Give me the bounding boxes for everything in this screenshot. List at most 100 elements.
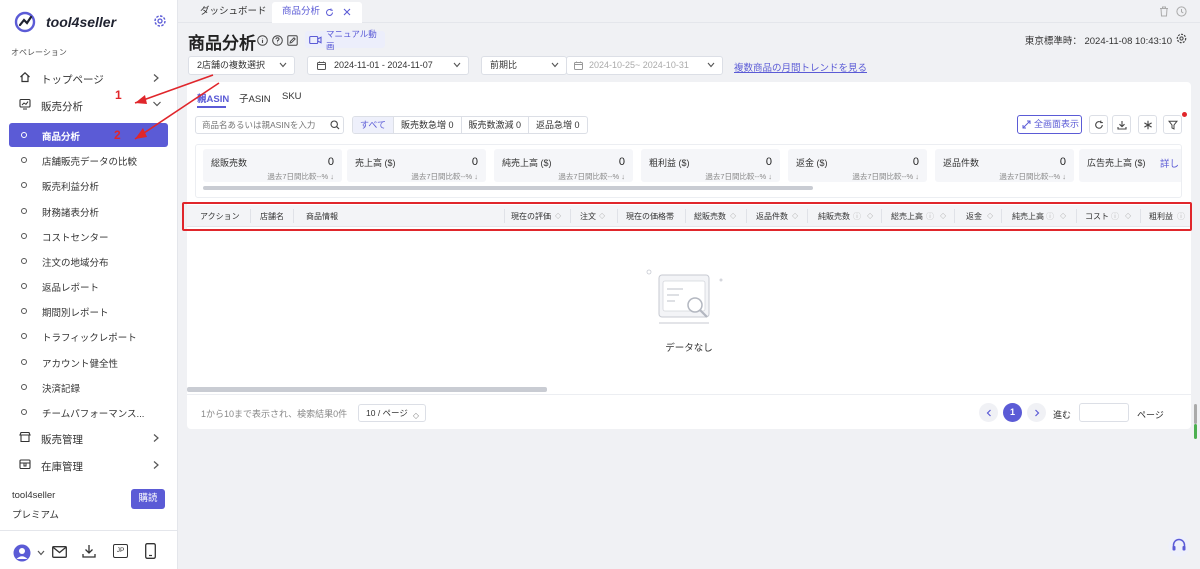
metrics-strip: 総販売数 0 過去7日間比較--% ↓ 売上高 ($) 0 過去7日間比較--% ↓ 純… [195, 144, 1182, 198]
tab-sku[interactable]: SKU [282, 91, 302, 102]
metric-value: 0 [327, 156, 334, 168]
metrics-details-link[interactable]: 詳し [1160, 156, 1179, 170]
page-number-current[interactable]: 1 [1003, 403, 1022, 422]
tab-child-asin[interactable]: 子ASIN [239, 91, 271, 105]
table-horizontal-scrollbar[interactable] [187, 387, 547, 392]
mobile-icon[interactable] [145, 543, 156, 559]
fullscreen-button[interactable]: 全画面表示 [1017, 115, 1082, 134]
chevron-down-icon[interactable] [37, 550, 45, 556]
bullet-icon [21, 182, 27, 188]
sub-item-label: チームパフォーマンス... [42, 409, 145, 420]
sub-item-profit-analysis[interactable]: 販売利益分析 [0, 173, 178, 197]
close-tab-icon[interactable] [343, 8, 351, 16]
bullet-icon [21, 409, 27, 415]
metric-label: 売上高 ($) [355, 158, 396, 168]
calendar-icon [317, 61, 326, 70]
download-icon[interactable] [82, 544, 96, 558]
next-page-button[interactable] [1027, 403, 1046, 422]
edit-note-icon[interactable] [287, 35, 298, 46]
up-down-icon: ◇ [412, 411, 419, 420]
compare-date-range[interactable]: 2024-10-25~ 2024-10-31 [566, 56, 723, 75]
chevron-right-icon [1034, 409, 1040, 417]
bullet-icon [21, 384, 27, 390]
clock-icon[interactable] [1176, 6, 1187, 17]
pagination-summary: 1から10まで表示され、検索結果0件 [201, 409, 348, 419]
goto-page-input[interactable] [1079, 403, 1129, 422]
chevron-down-icon [279, 62, 287, 68]
chevron-right-icon [152, 433, 160, 443]
refresh-tab-icon[interactable] [325, 8, 334, 17]
bullet-icon [21, 208, 27, 214]
metric-card: 粗利益 ($) 0 過去7日間比較--% ↓ [641, 149, 780, 182]
nav-item-inventory-management[interactable]: 在庫管理 [0, 453, 178, 477]
fullscreen-label: 全画面表示 [1034, 119, 1080, 129]
sub-item-cost-center[interactable]: コストセンター [0, 224, 178, 248]
sub-item-team-performance[interactable]: チームパフォーマンス... [0, 400, 178, 424]
mail-icon[interactable] [52, 546, 67, 558]
sub-item-label: 期間別レポート [42, 308, 109, 319]
metric-value: 0 [471, 156, 478, 168]
chevron-right-icon [152, 460, 160, 470]
subscribe-button[interactable]: 購読 [131, 489, 165, 509]
sub-item-financial-statements[interactable]: 財務諸表分析 [0, 199, 178, 223]
filter-returns-surge[interactable]: 返品急増 0 [529, 117, 587, 133]
pagination-bar: 1から10まで表示され、検索結果0件 10 / ページ ◇ 1 進む ページ [187, 394, 1191, 429]
metric-value: 0 [765, 156, 772, 168]
column-settings-button[interactable] [1138, 115, 1157, 134]
date-range-value: 2024-11-01 - 2024-11-07 [334, 60, 433, 70]
metric-compare: 過去7日間比較--% ↓ [411, 172, 478, 181]
page-scrollbar[interactable] [1194, 404, 1197, 424]
metric-label: 粗利益 ($) [649, 158, 690, 168]
metrics-scrollbar[interactable] [203, 186, 813, 190]
search-icon[interactable] [330, 120, 340, 130]
info-icon[interactable] [257, 35, 268, 46]
filter-all[interactable]: すべて [353, 117, 395, 133]
refresh-button[interactable] [1089, 115, 1108, 134]
sub-item-order-region[interactable]: 注文の地域分布 [0, 249, 178, 273]
goto-label: 進む [1053, 410, 1072, 420]
metric-card: 返品件数 0 過去7日間比較--% ↓ [935, 149, 1074, 182]
inventory-icon [19, 458, 31, 470]
sub-item-traffic-report[interactable]: トラフィックレポート [0, 324, 178, 348]
annotation-label-2: 2 [114, 128, 121, 142]
help-icon[interactable] [272, 35, 283, 46]
empty-state-text: データなし [665, 343, 713, 354]
metric-label: 広告売上高 ($) [1087, 158, 1146, 168]
nav-label: 販売管理 [41, 434, 83, 446]
metric-card: 総販売数 0 過去7日間比較--% ↓ [203, 149, 342, 182]
trash-icon[interactable] [1159, 6, 1169, 17]
download-button[interactable] [1112, 115, 1131, 134]
refresh-icon [1094, 120, 1104, 130]
plan-name: tool4seller [12, 490, 56, 501]
annotation-label-1: 1 [115, 88, 122, 102]
avatar-icon[interactable] [13, 544, 31, 562]
sub-item-label: コストセンター [42, 233, 109, 244]
date-range-picker[interactable]: 2024-11-01 - 2024-11-07 [307, 56, 469, 75]
sub-item-returns-report[interactable]: 返品レポート [0, 274, 178, 298]
sub-item-label: 販売利益分析 [42, 182, 100, 193]
filter-sales-drop[interactable]: 販売数激減 0 [462, 117, 530, 133]
sub-item-period-report[interactable]: 期間別レポート [0, 299, 178, 323]
metric-compare: 過去7日間比較--% ↓ [999, 172, 1066, 181]
funnel-icon [1167, 120, 1178, 130]
monthly-trend-link[interactable]: 複数商品の月間トレンドを見る [734, 60, 867, 74]
sub-item-label: 財務諸表分析 [42, 208, 100, 219]
prev-page-button[interactable] [979, 403, 998, 422]
marketplace-badge[interactable]: JP [113, 544, 128, 558]
sub-item-account-health[interactable]: アカウント健全性 [0, 350, 178, 374]
filter-button[interactable] [1163, 115, 1182, 134]
page-size-value: 10 / ページ [366, 408, 408, 418]
page-size-select[interactable]: 10 / ページ ◇ [358, 404, 426, 422]
timezone-settings-icon[interactable] [1176, 33, 1187, 44]
sub-item-payment-records[interactable]: 決済記録 [0, 375, 178, 399]
manual-video-button[interactable]: マニュアル動画 [305, 29, 385, 51]
nav-item-sales-management[interactable]: 販売管理 [0, 426, 178, 450]
metric-label: 純売上高 ($) [502, 158, 552, 168]
sub-item-label: 店舗販売データの比較 [42, 157, 138, 168]
sub-item-store-comparison[interactable]: 店舗販売データの比較 [0, 148, 178, 172]
filter-sales-surge[interactable]: 販売数急増 0 [394, 117, 462, 133]
chevron-left-icon [986, 409, 992, 417]
bullet-icon [21, 308, 27, 314]
compare-select[interactable]: 前期比 [481, 56, 567, 75]
support-headset-icon[interactable] [1168, 535, 1190, 557]
